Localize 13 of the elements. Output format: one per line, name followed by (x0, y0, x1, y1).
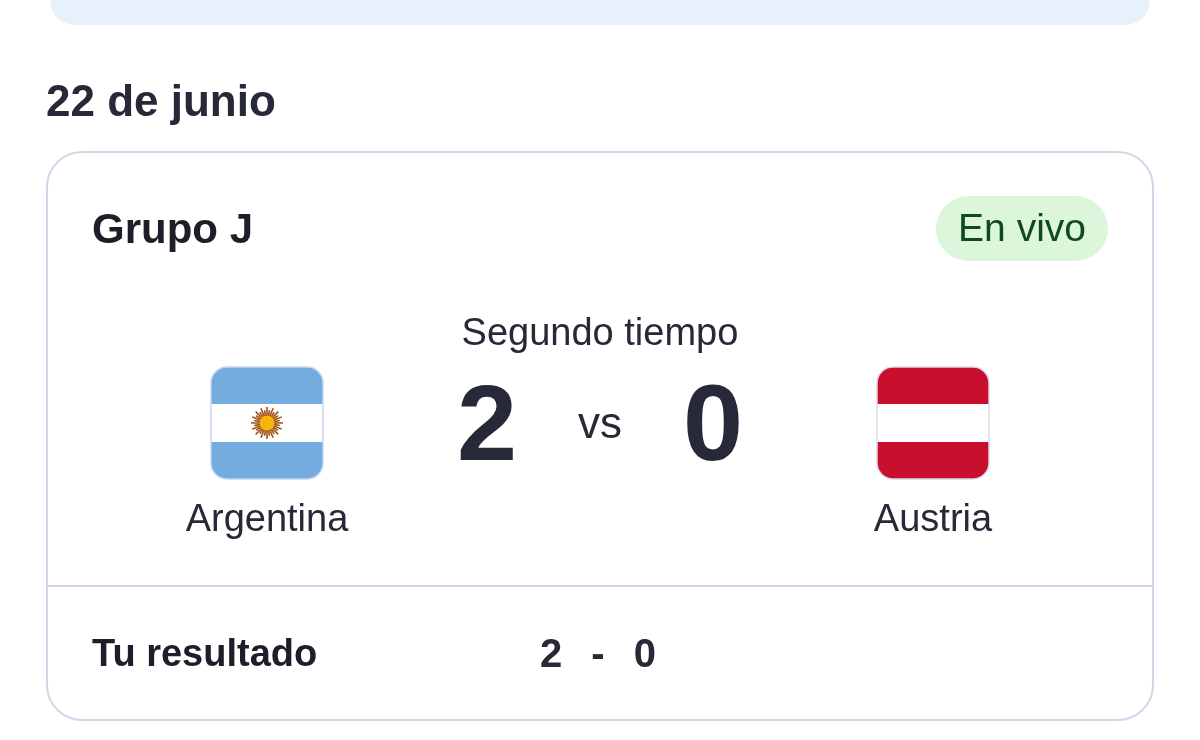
date-heading: 22 de junio (46, 75, 277, 127)
score: 2 (455, 366, 519, 480)
score: 0 (681, 366, 745, 480)
team-name: Argentina (185, 496, 349, 541)
flag-icon (210, 366, 324, 480)
team-name: Austria (873, 496, 993, 541)
status-badge: En vivo (936, 196, 1108, 261)
flag-icon (876, 366, 990, 480)
result-label: Tu resultado (92, 631, 319, 676)
match-period: Segundo tiempo (461, 310, 739, 355)
group-title: Grupo J (92, 203, 253, 254)
result-value: 2 - 0 (540, 630, 657, 676)
versus-label: vs (577, 397, 623, 449)
